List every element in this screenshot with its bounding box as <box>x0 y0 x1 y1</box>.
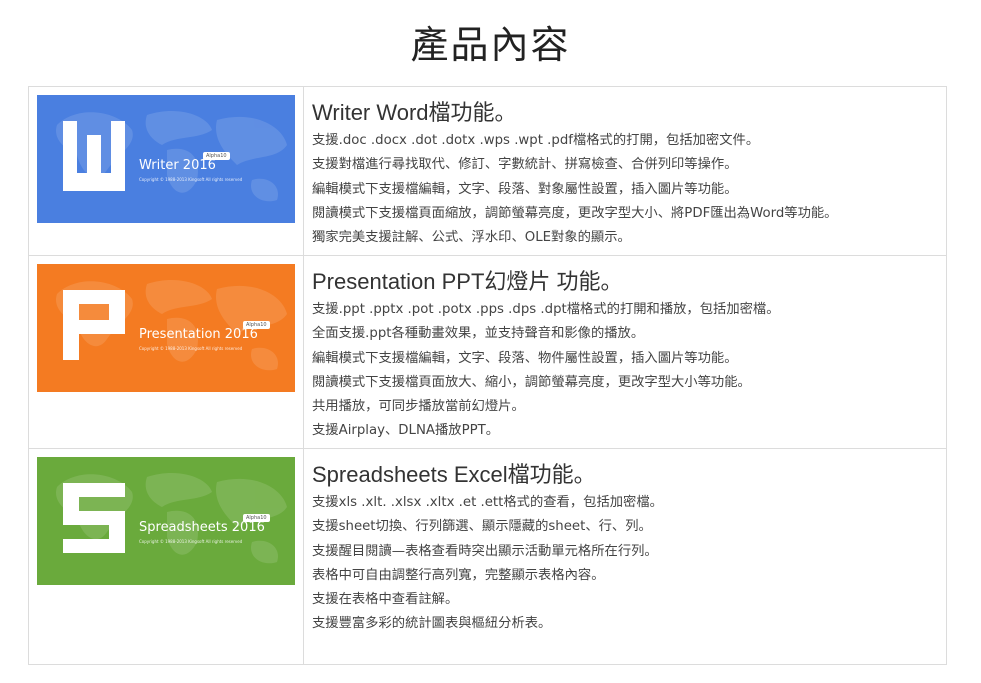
feature-item: 支援醒目閱讀—表格查看時突出顯示活動單元格所在行列。 <box>312 543 658 559</box>
banner-product-name: Presentation 2016 <box>139 327 258 342</box>
w-letter-icon <box>63 121 125 191</box>
feature-title: Writer Word檔功能。 <box>312 100 517 125</box>
feature-item: 全面支援.ppt各種動畫效果，並支持聲音和影像的播放。 <box>312 326 645 342</box>
banner-copyright: Copyright © 1988-2013 Kingsoft All right… <box>139 539 243 544</box>
feature-item: 支援.doc .docx .dot .dotx .wps .wpt .pdf檔格… <box>312 133 760 148</box>
feature-item: 支援.ppt .pptx .pot .potx .pps .dps .dpt檔格… <box>312 302 780 317</box>
writer-banner-image: Writer 2016 Alpha10 Copyright © 1988-201… <box>37 95 295 223</box>
product-row-writer: Writer 2016 Alpha10 Copyright © 1988-201… <box>29 87 946 256</box>
page-title: 產品內容 <box>410 23 571 67</box>
banner-product-name: Spreadsheets 2016 <box>139 520 265 535</box>
feature-item: 支援在表格中查看註解。 <box>312 592 459 608</box>
feature-item: 共用播放，可同步播放當前幻燈片。 <box>312 399 525 415</box>
image-cell: Spreadsheets 2016 Alpha10 Copyright © 19… <box>29 449 304 664</box>
feature-item: 獨家完美支援註解、公式、浮水印、OLE對象的顯示。 <box>312 230 631 246</box>
feature-item: 閱讀模式下支援檔頁面縮放，調節螢幕亮度，更改字型大小、將PDF匯出為Word等功… <box>312 205 838 221</box>
alpha-badge: Alpha10 <box>243 514 270 522</box>
feature-title: Spreadsheets Excel檔功能。 <box>312 462 596 487</box>
feature-cell: Writer Word檔功能。 支援.doc .docx .dot .dotx … <box>312 87 946 255</box>
feature-item: 支援xls .xlt. .xlsx .xltx .et .ett格式的查看，包括… <box>312 495 663 510</box>
s-letter-icon <box>63 483 125 553</box>
feature-item: 支援對檔進行尋找取代、修訂、字數統計、拼寫檢查、合併列印等操作。 <box>312 157 738 173</box>
alpha-badge: Alpha10 <box>243 321 270 329</box>
banner-product-name: Writer 2016 <box>139 158 216 173</box>
product-row-presentation: Presentation 2016 Alpha10 Copyright © 19… <box>29 256 946 449</box>
feature-item: 閱讀模式下支援檔頁面放大、縮小，調節螢幕亮度，更改字型大小等功能。 <box>312 374 751 390</box>
feature-list: 支援.ppt .pptx .pot .potx .pps .dps .dpt檔格… <box>312 298 780 444</box>
p-letter-icon <box>63 290 125 360</box>
feature-list: 支援xls .xlt. .xlsx .xltx .et .ett格式的查看，包括… <box>312 491 663 637</box>
feature-item: 表格中可自由調整行高列寬，完整顯示表格內容。 <box>312 567 605 583</box>
feature-item: 支援Airplay、DLNA播放PPT。 <box>312 423 500 439</box>
feature-item: 支援sheet切換、行列篩選、顯示隱藏的sheet、行、列。 <box>312 519 652 535</box>
product-row-spreadsheets: Spreadsheets 2016 Alpha10 Copyright © 19… <box>29 449 946 664</box>
feature-list: 支援.doc .docx .dot .dotx .wps .wpt .pdf檔格… <box>312 129 837 250</box>
product-table: Writer 2016 Alpha10 Copyright © 1988-201… <box>28 86 947 665</box>
feature-item: 支援豐富多彩的統計圖表與樞紐分析表。 <box>312 616 552 632</box>
image-cell: Writer 2016 Alpha10 Copyright © 1988-201… <box>29 87 304 255</box>
spreadsheets-banner-image: Spreadsheets 2016 Alpha10 Copyright © 19… <box>37 457 295 585</box>
alpha-badge: Alpha10 <box>203 152 230 160</box>
feature-cell: Spreadsheets Excel檔功能。 支援xls .xlt. .xlsx… <box>312 449 946 664</box>
image-cell: Presentation 2016 Alpha10 Copyright © 19… <box>29 256 304 448</box>
feature-item: 編輯模式下支援檔編輯，文字、段落、對象屬性設置，插入圖片等功能。 <box>312 181 738 197</box>
feature-item: 編輯模式下支援檔編輯，文字、段落、物件屬性設置，插入圖片等功能。 <box>312 350 738 366</box>
feature-cell: Presentation PPT幻燈片 功能。 支援.ppt .pptx .po… <box>312 256 946 448</box>
banner-copyright: Copyright © 1988-2013 Kingsoft All right… <box>139 177 243 182</box>
presentation-banner-image: Presentation 2016 Alpha10 Copyright © 19… <box>37 264 295 392</box>
banner-copyright: Copyright © 1988-2013 Kingsoft All right… <box>139 346 243 351</box>
feature-title: Presentation PPT幻燈片 功能。 <box>312 269 623 294</box>
